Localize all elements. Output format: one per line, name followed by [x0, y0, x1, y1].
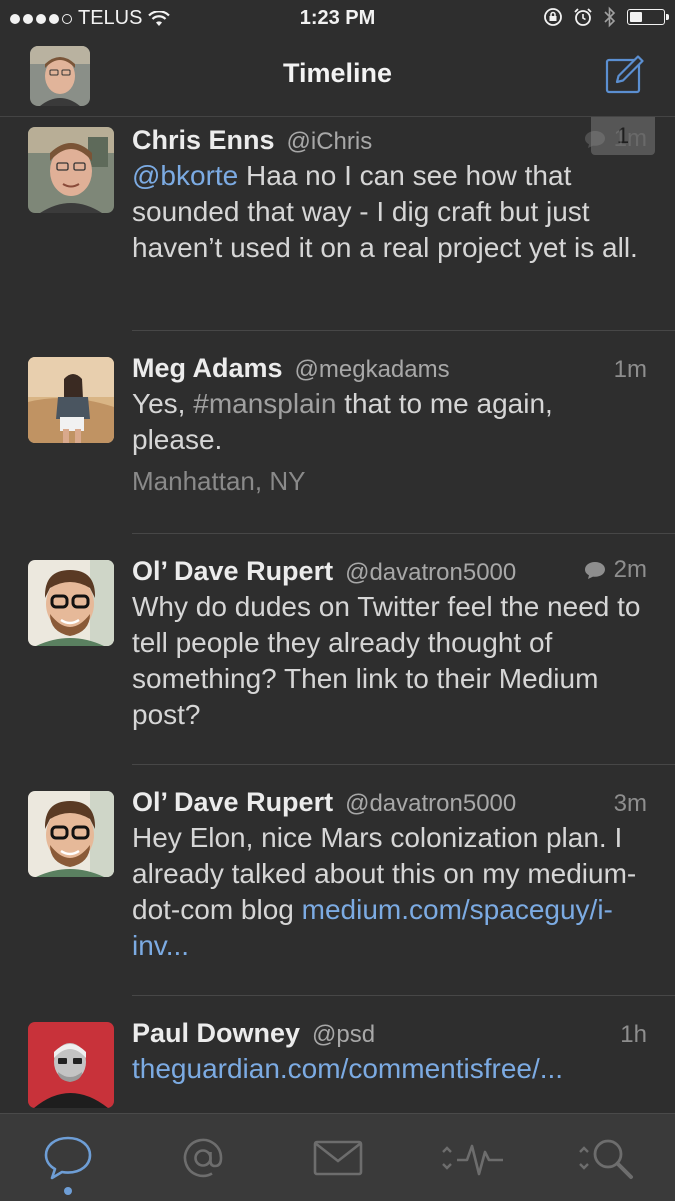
- tweet[interactable]: Ol’ Dave Rupert @davatron5000 3m Hey Elo…: [28, 765, 675, 996]
- tab-search[interactable]: [540, 1114, 675, 1201]
- tweet-time: 1h: [620, 1021, 647, 1048]
- tweet-author-handle[interactable]: @davatron5000: [345, 559, 516, 587]
- tab-mentions[interactable]: [135, 1114, 270, 1201]
- tweet-time: 1m: [613, 125, 647, 152]
- tweet-author-handle[interactable]: @psd: [312, 1021, 375, 1049]
- tweet-text: theguardian.com/commentisfree/...: [132, 1051, 647, 1087]
- battery-icon: [627, 9, 669, 25]
- battery-level: [630, 12, 642, 22]
- avatar[interactable]: [28, 1022, 114, 1108]
- active-indicator: [63, 1187, 72, 1195]
- mention-link[interactable]: @bkorte: [132, 160, 238, 191]
- tab-activity[interactable]: [405, 1114, 540, 1201]
- bluetooth-icon: [604, 6, 616, 28]
- tweet-location[interactable]: Manhattan, NY: [132, 466, 647, 497]
- hashtag-link[interactable]: #mansplain: [193, 388, 336, 419]
- tweet[interactable]: Ol’ Dave Rupert @davatron5000 2m Why do …: [28, 534, 675, 765]
- tweet-author-handle[interactable]: @iChris: [287, 128, 373, 156]
- tweet-text: Why do dudes on Twitter feel the need to…: [132, 591, 641, 730]
- status-bar: TELUS 1:23 PM: [0, 0, 675, 36]
- timeline[interactable]: 1 Chris Enns @iChris 1m @bkorte Haa no I…: [0, 117, 675, 1113]
- tab-bar: [0, 1113, 675, 1201]
- alarm-icon: [574, 8, 592, 26]
- url-link[interactable]: theguardian.com/commentisfree/...: [132, 1053, 563, 1084]
- avatar[interactable]: [28, 791, 114, 877]
- reply-icon: [584, 562, 605, 579]
- search-icon: [578, 1139, 633, 1179]
- tweet-time: 1m: [613, 356, 647, 383]
- activity-icon: [441, 1144, 503, 1175]
- avatar[interactable]: [28, 357, 114, 443]
- tweet[interactable]: Paul Downey @psd 1h theguardian.com/comm…: [28, 996, 675, 1113]
- tweet-author-name[interactable]: Ol’ Dave Rupert: [132, 787, 333, 818]
- chat-bubble-icon: [44, 1136, 91, 1179]
- tweet-text: @bkorte Haa no I can see how that sounde…: [132, 160, 638, 263]
- tweet-author-name[interactable]: Paul Downey: [132, 1018, 300, 1049]
- tweet-author-name[interactable]: Meg Adams: [132, 353, 283, 384]
- status-right: [543, 6, 669, 28]
- mail-icon: [313, 1140, 362, 1175]
- tweet-time: 3m: [613, 790, 647, 817]
- mention-icon: [183, 1138, 222, 1177]
- page-title: Timeline: [282, 58, 393, 88]
- reply-icon: [584, 131, 605, 148]
- nav-bar: Timeline: [0, 36, 675, 117]
- tweet[interactable]: Meg Adams @megkadams 1m Yes, #mansplain …: [28, 331, 675, 534]
- rotation-lock-icon: [544, 8, 562, 26]
- tweet-author-handle[interactable]: @davatron5000: [345, 790, 516, 818]
- compose-icon: [605, 55, 644, 94]
- tab-timeline[interactable]: [0, 1114, 135, 1201]
- avatar[interactable]: [28, 127, 114, 213]
- tweet-text: Yes, #mansplain that to me again, please…: [132, 388, 553, 455]
- tweet-time: 2m: [613, 556, 647, 583]
- tweet-author-handle[interactable]: @megkadams: [295, 356, 450, 384]
- tweet-author-name[interactable]: Ol’ Dave Rupert: [132, 556, 333, 587]
- tweet[interactable]: 1 Chris Enns @iChris 1m @bkorte Haa no I…: [28, 117, 675, 331]
- compose-button[interactable]: [605, 54, 645, 94]
- tab-messages[interactable]: [270, 1114, 405, 1201]
- tweet-text: Hey Elon, nice Mars colonization plan. I…: [132, 822, 637, 961]
- avatar[interactable]: [28, 560, 114, 646]
- tweet-author-name[interactable]: Chris Enns: [132, 125, 275, 156]
